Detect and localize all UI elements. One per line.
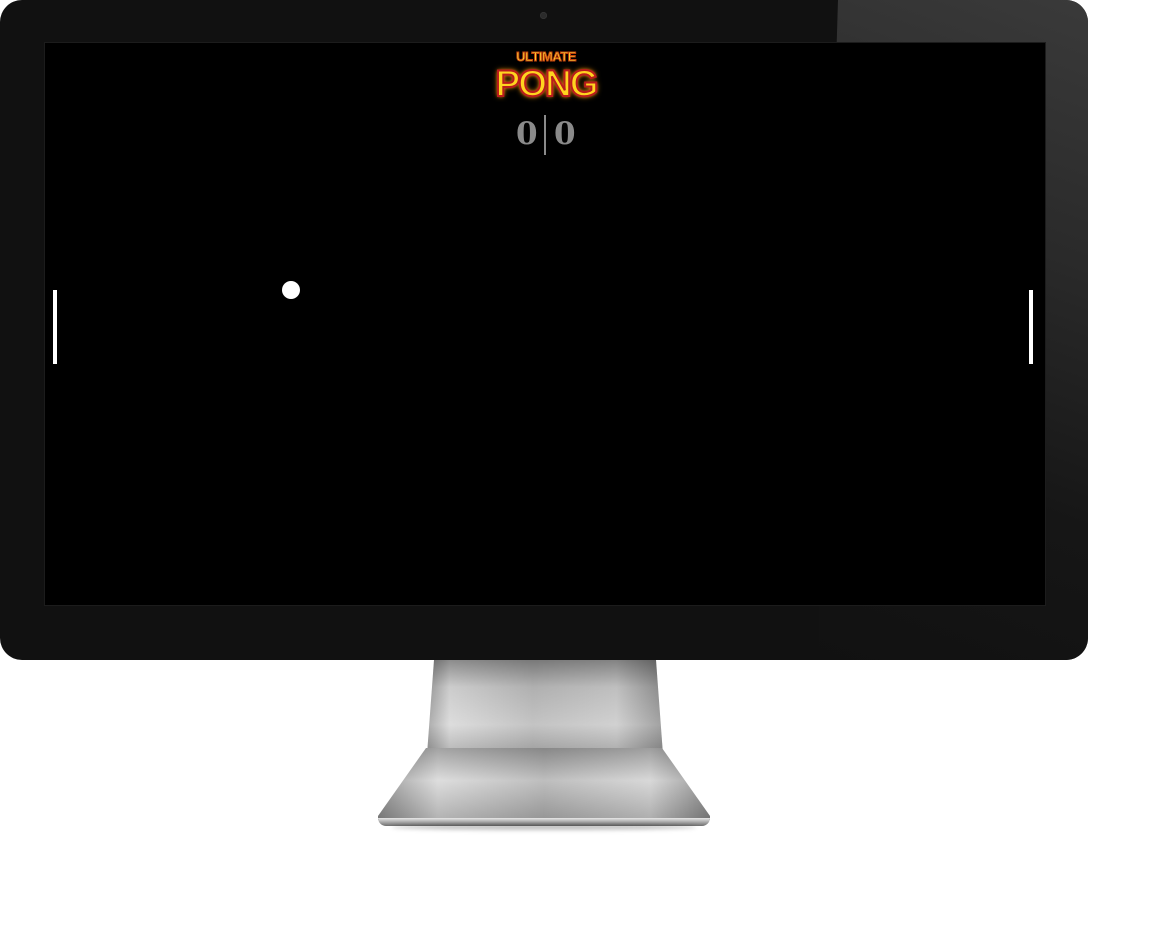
left-paddle[interactable]	[53, 290, 57, 364]
left-player-score: 0	[516, 116, 538, 152]
logo-title: PONG	[495, 62, 600, 105]
monitor-stand-base-shade	[378, 748, 710, 820]
monitor-frame: ULTIMATE PONG 0 0	[0, 0, 1088, 660]
right-paddle[interactable]	[1029, 290, 1033, 364]
game-logo: ULTIMATE PONG	[493, 49, 600, 107]
right-player-score: 0	[554, 116, 576, 152]
score-divider	[544, 115, 546, 155]
ball	[282, 281, 300, 299]
monitor-stand-shadow	[392, 824, 696, 830]
camera-icon	[540, 12, 547, 19]
game-screen[interactable]: ULTIMATE PONG 0 0	[44, 42, 1046, 606]
scoreboard: 0 0	[506, 113, 586, 157]
